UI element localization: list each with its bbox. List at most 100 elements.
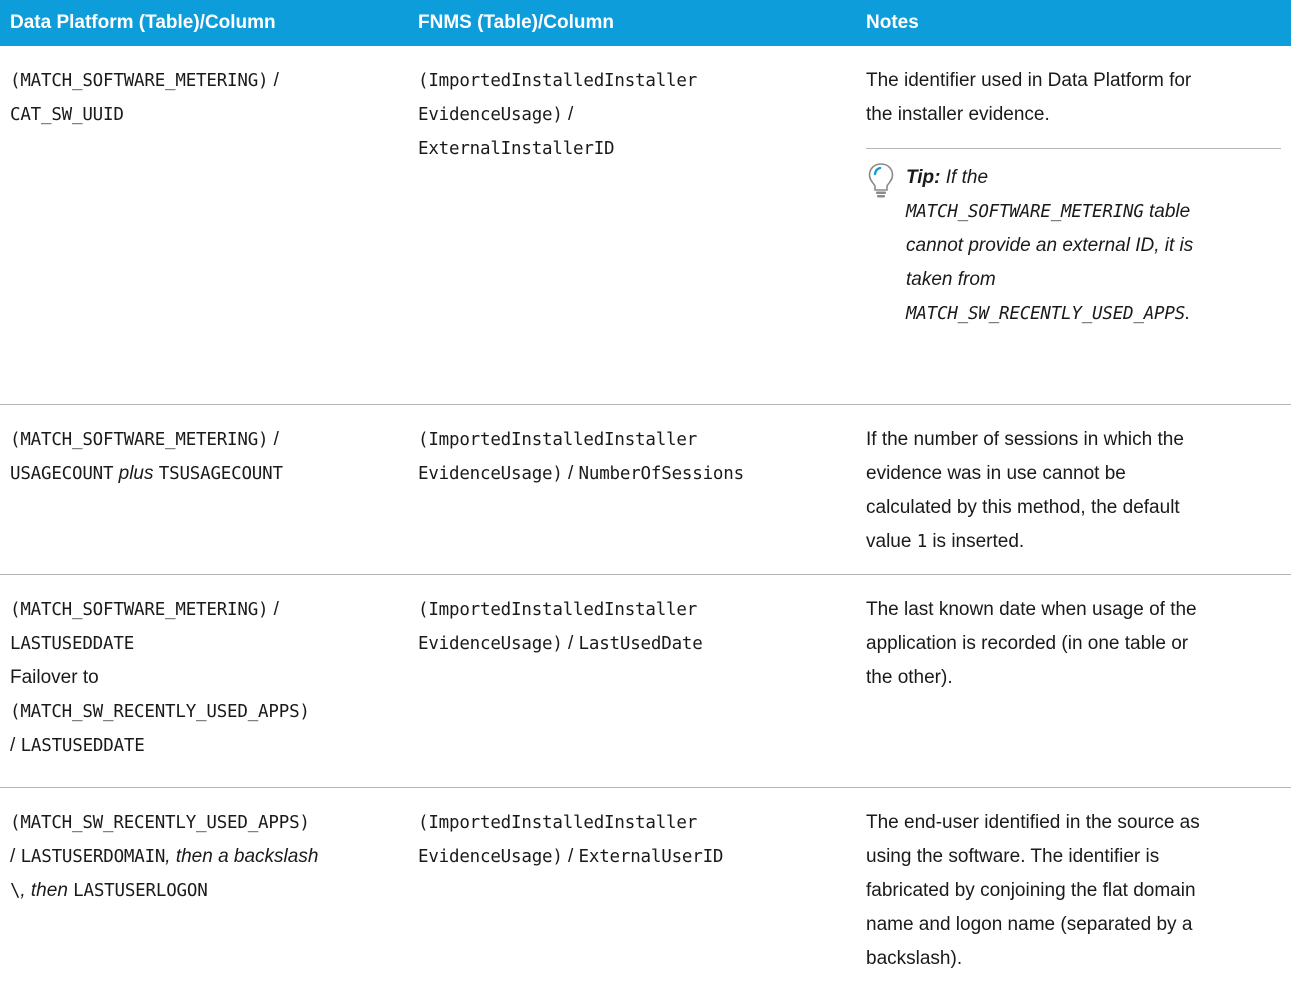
dp-line: (MATCH_SOFTWARE_METERING) /: [10, 593, 398, 627]
fnms-column-name: ExternalUserID: [578, 846, 724, 867]
fnms-line: EvidenceUsage) /: [418, 98, 846, 132]
dp-line: USAGECOUNT plus TSUSAGECOUNT: [10, 457, 398, 491]
fnms-table-name-cont: EvidenceUsage): [418, 463, 563, 484]
table-row: (MATCH_SOFTWARE_METERING) / USAGECOUNT p…: [0, 404, 1291, 575]
tip-note: Tip: If the MATCH_SOFTWARE_METERING tabl…: [866, 161, 1281, 331]
dp-table-name: (MATCH_SOFTWARE_METERING): [10, 599, 269, 620]
separator: /: [268, 598, 279, 620]
tip-text: .: [1185, 303, 1191, 324]
note-line: backslash).: [866, 947, 963, 969]
dp-column-name: LASTUSEDDATE: [10, 633, 135, 654]
dp-line: \, then LASTUSERLOGON: [10, 874, 398, 908]
note-line: The identifier used in Data Platform for: [866, 70, 1192, 91]
note-code: 1: [916, 531, 928, 552]
note-line: The last known date when usage of the: [866, 598, 1197, 620]
note-line: using the software. The identifier is: [866, 845, 1160, 867]
tip-line: MATCH_SW_RECENTLY_USED_APPS.: [906, 297, 1281, 331]
fnms-table-name: (ImportedInstalledInstaller: [418, 429, 698, 450]
header-fnms: FNMS (Table)/Column: [408, 0, 856, 46]
header-row: Data Platform (Table)/Column FNMS (Table…: [0, 0, 1291, 46]
fnms-table-name: (ImportedInstalledInstaller: [418, 812, 698, 833]
note-line: The end-user identified in the source as: [866, 811, 1200, 833]
separator: /: [268, 70, 279, 91]
tip-code: MATCH_SOFTWARE_METERING: [906, 202, 1144, 222]
separator: /: [562, 632, 579, 654]
fnms-table-name-cont: EvidenceUsage): [418, 633, 563, 654]
fnms-table-name-cont: EvidenceUsage): [418, 105, 563, 125]
fnms-cell: (ImportedInstalledInstaller EvidenceUsag…: [408, 404, 856, 575]
dp-column-name: LASTUSERDOMAIN: [20, 846, 166, 867]
table-row: (MATCH_SOFTWARE_METERING) / LASTUSEDDATE…: [0, 574, 1291, 788]
note-line: evidence was in use cannot be: [866, 462, 1126, 484]
tip-text: table: [1143, 201, 1191, 222]
notes-cell: If the number of sessions in which the e…: [856, 404, 1291, 575]
data-platform-cell: (MATCH_SOFTWARE_METERING) / LASTUSEDDATE…: [0, 574, 408, 788]
tip-line: Tip: If the: [906, 161, 1281, 195]
tip-text: If the: [940, 167, 989, 188]
fnms-line: EvidenceUsage) / NumberOfSessions: [418, 457, 846, 491]
fnms-cell: (ImportedInstalledInstaller EvidenceUsag…: [408, 46, 856, 405]
notes-cell: The last known date when usage of the ap…: [856, 574, 1291, 788]
note-line: If the number of sessions in which the: [866, 428, 1184, 450]
fnms-table-name: (ImportedInstalledInstaller: [418, 599, 698, 620]
note-text: value: [866, 530, 917, 552]
tip-divider: [866, 148, 1281, 149]
notes-cell: The identifier used in Data Platform for…: [856, 46, 1291, 405]
header-data-platform: Data Platform (Table)/Column: [0, 0, 408, 46]
table-header: Data Platform (Table)/Column FNMS (Table…: [0, 0, 1291, 46]
fnms-cell: (ImportedInstalledInstaller EvidenceUsag…: [408, 574, 856, 788]
tip-label: Tip:: [906, 167, 941, 188]
tip-line: MATCH_SOFTWARE_METERING table: [906, 195, 1281, 229]
separator: /: [562, 104, 574, 125]
dp-column-name: USAGECOUNT: [10, 463, 114, 484]
dp-table-name: (MATCH_SW_RECENTLY_USED_APPS): [10, 701, 310, 722]
tip-line: taken from: [906, 269, 996, 290]
note-text: is inserted.: [927, 530, 1025, 552]
dp-line: (MATCH_SOFTWARE_METERING) /: [10, 423, 398, 457]
separator: /: [10, 845, 21, 867]
data-platform-cell: (MATCH_SW_RECENTLY_USED_APPS) / LASTUSER…: [0, 787, 408, 990]
notes-cell: The end-user identified in the source as…: [856, 787, 1291, 990]
data-platform-cell: (MATCH_SOFTWARE_METERING) / USAGECOUNT p…: [0, 404, 408, 575]
dp-column-name: TSUSAGECOUNT: [158, 463, 283, 484]
note-line: fabricated by conjoining the flat domain: [866, 879, 1196, 901]
fnms-table-name-cont: EvidenceUsage): [418, 846, 563, 867]
dp-line: / LASTUSEDDATE: [10, 729, 398, 763]
fnms-cell: (ImportedInstalledInstaller EvidenceUsag…: [408, 787, 856, 990]
note-line: application is recorded (in one table or: [866, 632, 1189, 654]
fnms-line: EvidenceUsage) / ExternalUserID: [418, 840, 846, 874]
dp-column-name: LASTUSEDDATE: [20, 735, 145, 756]
fnms-table-name: (ImportedInstalledInstaller: [418, 71, 698, 91]
dp-column-name: LASTUSERLOGON: [73, 880, 208, 901]
tip-line: cannot provide an external ID, it is: [906, 235, 1194, 256]
separator: /: [562, 845, 579, 867]
note-line: calculated by this method, the default: [866, 496, 1180, 518]
dp-column-name: CAT_SW_UUID: [10, 105, 124, 125]
tip-code: MATCH_SW_RECENTLY_USED_APPS: [906, 304, 1186, 324]
data-platform-cell: (MATCH_SOFTWARE_METERING) / CAT_SW_UUID: [0, 46, 408, 405]
fnms-column-name: ExternalInstallerID: [418, 139, 615, 159]
note-line: value 1 is inserted.: [866, 525, 1281, 559]
dp-line: (MATCH_SOFTWARE_METERING) /: [10, 64, 398, 98]
separator: /: [268, 428, 279, 450]
note-line: name and logon name (separated by a: [866, 913, 1193, 935]
plus-text: plus: [113, 462, 159, 484]
dp-table-name: (MATCH_SOFTWARE_METERING): [10, 71, 269, 91]
separator: /: [562, 462, 579, 484]
note-line: the other).: [866, 666, 953, 688]
lightbulb-icon: [868, 163, 894, 198]
backslash-code: \: [10, 880, 21, 901]
note-line: the installer evidence.: [866, 104, 1050, 125]
table-row: (MATCH_SOFTWARE_METERING) / CAT_SW_UUID …: [0, 46, 1291, 405]
failover-text: Failover to: [10, 666, 99, 688]
header-notes: Notes: [856, 0, 1291, 46]
fnms-column-name: NumberOfSessions: [578, 463, 745, 484]
separator: /: [10, 734, 21, 756]
dp-line: / LASTUSERDOMAIN, then a backslash: [10, 840, 398, 874]
fnms-line: EvidenceUsage) / LastUsedDate: [418, 627, 846, 661]
dp-table-name: (MATCH_SW_RECENTLY_USED_APPS): [10, 812, 310, 833]
then-text: , then a backslash: [165, 845, 319, 867]
fnms-column-name: LastUsedDate: [578, 633, 703, 654]
table-row: (MATCH_SW_RECENTLY_USED_APPS) / LASTUSER…: [0, 787, 1291, 990]
mapping-table: Data Platform (Table)/Column FNMS (Table…: [0, 0, 1291, 990]
